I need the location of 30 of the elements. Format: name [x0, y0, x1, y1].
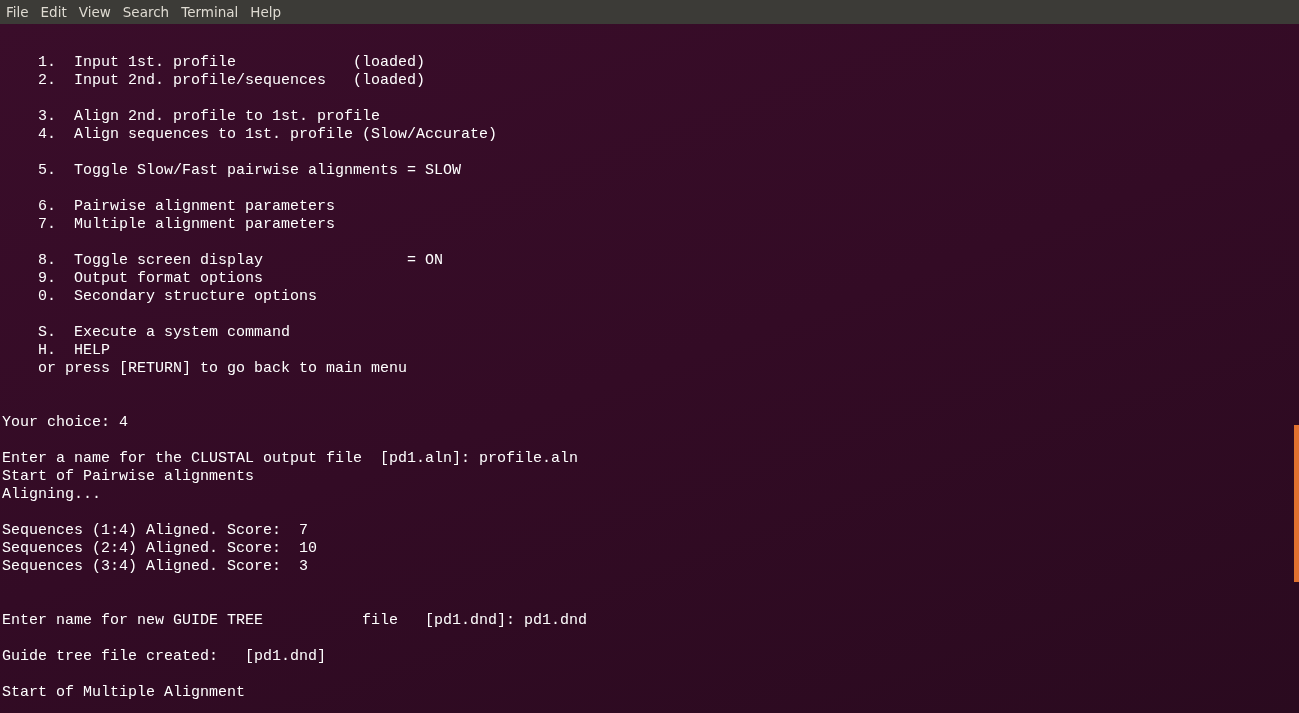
terminal-line: Enter a name for the CLUSTAL output file [pd1.aln]: profile.aln	[2, 450, 579, 468]
terminal-line: Sequences (3:4) Aligned. Score: 3	[2, 558, 309, 576]
terminal-line: 7. Multiple alignment parameters	[37, 216, 336, 234]
terminal-line: Guide tree file created: [pd1.dnd]	[2, 648, 327, 666]
terminal-line: Aligning...	[2, 486, 102, 504]
terminal-line: Start of Multiple Alignment	[2, 684, 246, 702]
terminal-line: Your choice: 4	[2, 414, 129, 432]
menu-item[interactable]: Edit	[34, 4, 73, 20]
terminal-line: Start of Pairwise alignments	[2, 468, 255, 486]
terminal-line: Sequences (2:4) Aligned. Score: 10	[2, 540, 318, 558]
menu-item[interactable]: Search	[116, 4, 176, 20]
terminal-line: 8. Toggle screen display = ON	[37, 252, 444, 270]
menu-item[interactable]: Terminal	[175, 4, 245, 20]
terminal-line: 3. Align 2nd. profile to 1st. profile	[37, 108, 381, 126]
terminal-line: S. Execute a system command	[37, 324, 291, 342]
terminal-line: 9. Output format options	[37, 270, 264, 288]
terminal-line: H. HELP	[37, 342, 111, 360]
scrollbar[interactable]	[1294, 425, 1299, 582]
menu-item[interactable]: Help	[244, 4, 288, 20]
terminal-line: 2. Input 2nd. profile/sequences (loaded)	[37, 72, 426, 90]
terminal-line: 1. Input 1st. profile (loaded)	[37, 54, 426, 72]
terminal-line: or press [RETURN] to go back to main menu	[37, 360, 408, 378]
terminal-line: 0. Secondary structure options	[37, 288, 318, 306]
terminal-line: 4. Align sequences to 1st. profile (Slow/Accurate)	[37, 126, 498, 144]
terminal-line: Sequences (1:4) Aligned. Score: 7	[2, 522, 309, 540]
menu-item[interactable]: View	[72, 4, 117, 20]
terminal-line: 6. Pairwise alignment parameters	[37, 198, 336, 216]
terminal-line: 5. Toggle Slow/Fast pairwise alignments = SLOW	[37, 162, 462, 180]
terminal-line: Enter name for new GUIDE TREE file [pd1.dnd]: pd1.dnd	[2, 612, 588, 630]
menu-item[interactable]: File	[0, 4, 35, 20]
